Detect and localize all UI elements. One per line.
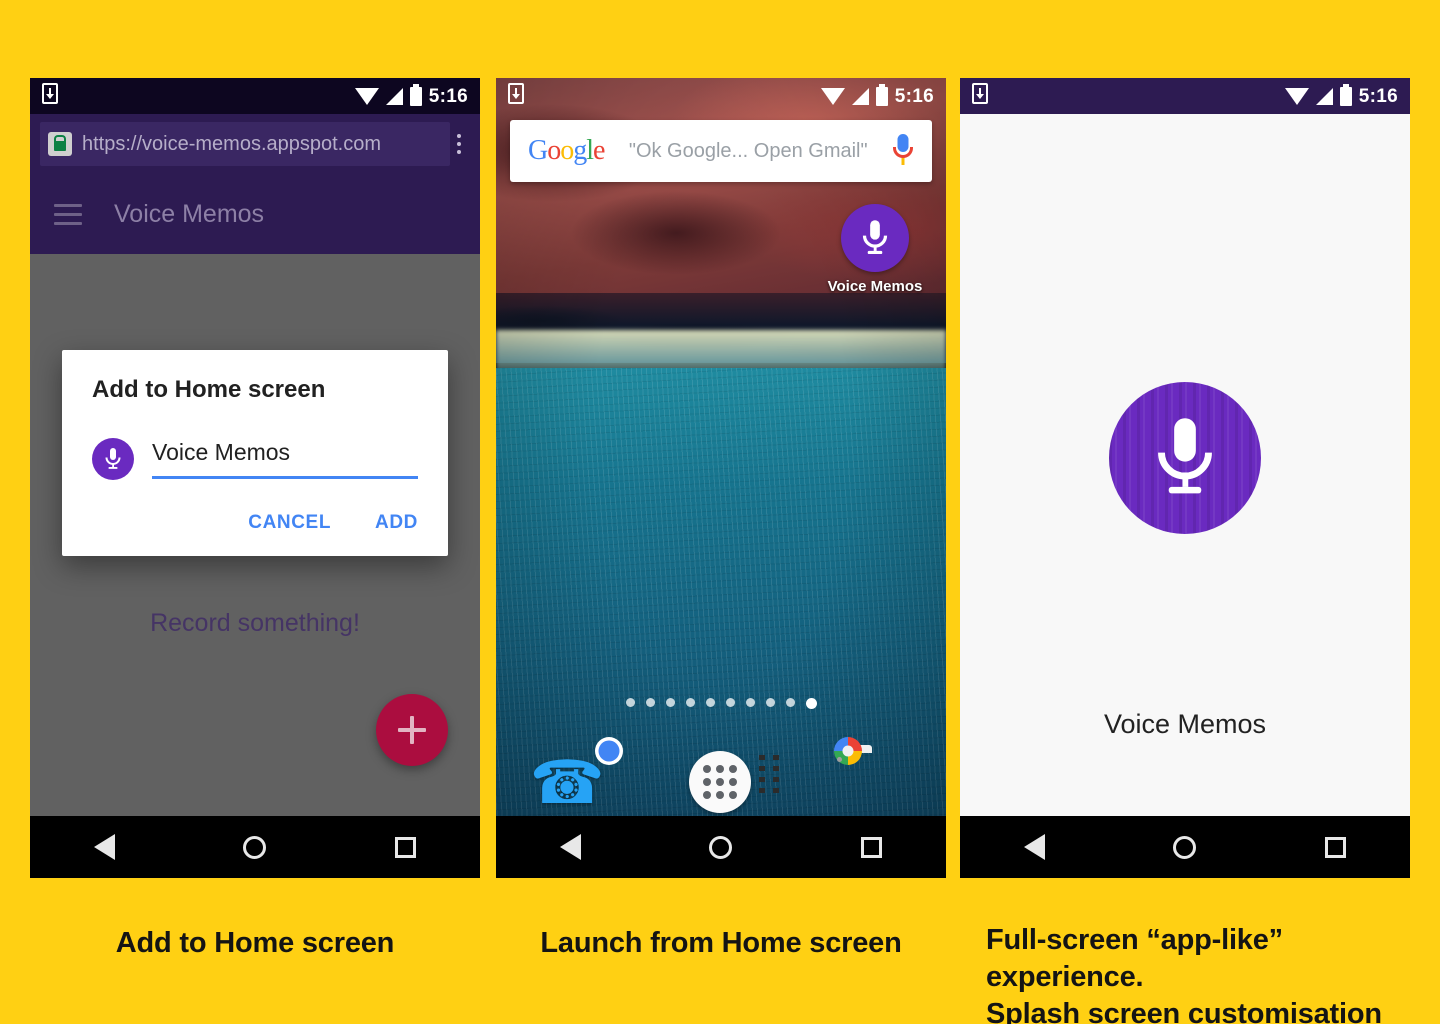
splash-app-name: Voice Memos	[1103, 709, 1267, 739]
status-bar: 5:16	[30, 78, 480, 114]
battery-icon	[1339, 86, 1352, 106]
play-movies-app[interactable]	[769, 751, 833, 815]
wifi-icon	[1284, 87, 1309, 105]
caption-fullscreen-splash: Full-screen “app-like” experience. Splas…	[986, 922, 1426, 1024]
empty-state-text: Record something!	[150, 609, 360, 637]
omnibox[interactable]: https://voice-memos.appspot.com	[40, 122, 450, 166]
recents-icon[interactable]	[394, 836, 416, 858]
search-hint-text: "Ok Google... Open Gmail"	[628, 139, 868, 162]
page-dot[interactable]	[645, 698, 655, 707]
signal-icon	[851, 87, 869, 105]
overflow-menu-icon[interactable]	[450, 134, 470, 154]
voice-search-mic-icon[interactable]	[892, 134, 914, 168]
add-recording-fab[interactable]	[376, 694, 448, 766]
home-icon[interactable]	[1173, 835, 1197, 859]
back-icon[interactable]	[1024, 834, 1046, 860]
wifi-icon	[354, 87, 379, 105]
add-to-home-screen-dialog: Add to Home screen Voice Memos CANCEL AD…	[62, 350, 448, 556]
navigation-bar	[960, 816, 1410, 878]
dialog-title: Add to Home screen	[92, 376, 326, 403]
plus-icon	[398, 716, 426, 744]
recents-icon[interactable]	[860, 836, 882, 858]
microphone-icon	[1109, 382, 1261, 534]
dialog-actions: CANCEL ADD	[92, 512, 418, 542]
slide-canvas: 5:16 https://voice-memos.appspot.com Voi…	[0, 0, 1440, 1024]
signal-icon	[385, 87, 403, 105]
clock: 5:16	[428, 85, 468, 107]
navigation-bar	[30, 816, 480, 878]
status-bar-right: 5:16	[354, 85, 468, 107]
status-bar-right: 5:16	[1284, 85, 1398, 107]
phone-app[interactable]	[530, 751, 594, 815]
clock: 5:16	[894, 85, 934, 107]
cancel-button[interactable]: CANCEL	[248, 512, 331, 534]
wifi-icon	[820, 87, 845, 105]
caption-line-1: Full-screen “app-like” experience.	[986, 924, 1283, 993]
page-dot-active[interactable]	[805, 698, 817, 709]
phone-mockup-add-to-home: 5:16 https://voice-memos.appspot.com Voi…	[30, 78, 480, 878]
page-dot[interactable]	[665, 698, 675, 707]
status-bar: 5:16	[496, 78, 946, 114]
back-icon[interactable]	[560, 834, 582, 860]
save-to-device-icon	[972, 83, 988, 109]
splash-screen: Voice Memos	[960, 114, 1410, 816]
app-title: Voice Memos	[114, 199, 265, 228]
back-icon[interactable]	[94, 834, 116, 860]
app-drawer[interactable]	[688, 751, 753, 815]
phone-mockup-splash-screen: 5:16 Voice Memos	[960, 78, 1410, 878]
dock	[496, 737, 946, 828]
save-to-device-icon	[42, 83, 58, 109]
caption-launch-from-home: Launch from Home screen	[540, 927, 902, 959]
clock: 5:16	[1358, 85, 1398, 107]
phone-mockup-home-screen: 5:16 Google "Ok Google... Open Gmail" Vo…	[496, 78, 946, 878]
page-indicator	[496, 698, 946, 709]
home-shortcut-label: Voice Memos	[827, 278, 923, 295]
microphone-icon	[841, 204, 909, 272]
page-dot[interactable]	[685, 698, 695, 707]
home-icon[interactable]	[243, 835, 267, 859]
shortcut-name-input[interactable]: Voice Memos	[152, 439, 418, 479]
caption-add-to-home: Add to Home screen	[115, 927, 395, 959]
battery-icon	[875, 86, 888, 106]
dialog-input-row: Voice Memos	[92, 438, 418, 480]
save-to-device-icon	[508, 83, 524, 109]
page-dot[interactable]	[745, 698, 755, 707]
page-dot[interactable]	[705, 698, 715, 707]
google-search-widget[interactable]: Google "Ok Google... Open Gmail"	[510, 120, 932, 182]
chrome-app[interactable]	[609, 751, 673, 815]
app-bar: Voice Memos	[30, 174, 480, 254]
page-dot[interactable]	[785, 698, 795, 707]
microphone-icon	[92, 438, 134, 480]
secure-lock-icon	[48, 132, 72, 156]
camera-app[interactable]	[834, 737, 912, 815]
navigation-bar	[496, 816, 946, 878]
page-dot[interactable]	[765, 698, 775, 707]
hamburger-menu-icon[interactable]	[54, 203, 82, 225]
home-shortcut-voice-memos[interactable]: Voice Memos	[820, 204, 930, 295]
battery-icon	[409, 86, 422, 106]
status-bar-right: 5:16	[820, 85, 934, 107]
browser-toolbar: https://voice-memos.appspot.com	[30, 114, 480, 174]
home-icon[interactable]	[709, 835, 733, 859]
page-dot[interactable]	[725, 698, 735, 707]
recents-icon[interactable]	[1324, 836, 1346, 858]
app-drawer-icon	[688, 751, 751, 813]
page-dot[interactable]	[625, 698, 635, 707]
status-bar: 5:16	[960, 78, 1410, 114]
google-logo: Google	[528, 135, 605, 166]
shortcut-name-value: Voice Memos	[152, 439, 291, 465]
caption-line-2: Splash screen customisation	[986, 997, 1382, 1024]
signal-icon	[1315, 87, 1333, 105]
add-button[interactable]: ADD	[375, 512, 418, 534]
url-text: https://voice-memos.appspot.com	[82, 132, 382, 155]
